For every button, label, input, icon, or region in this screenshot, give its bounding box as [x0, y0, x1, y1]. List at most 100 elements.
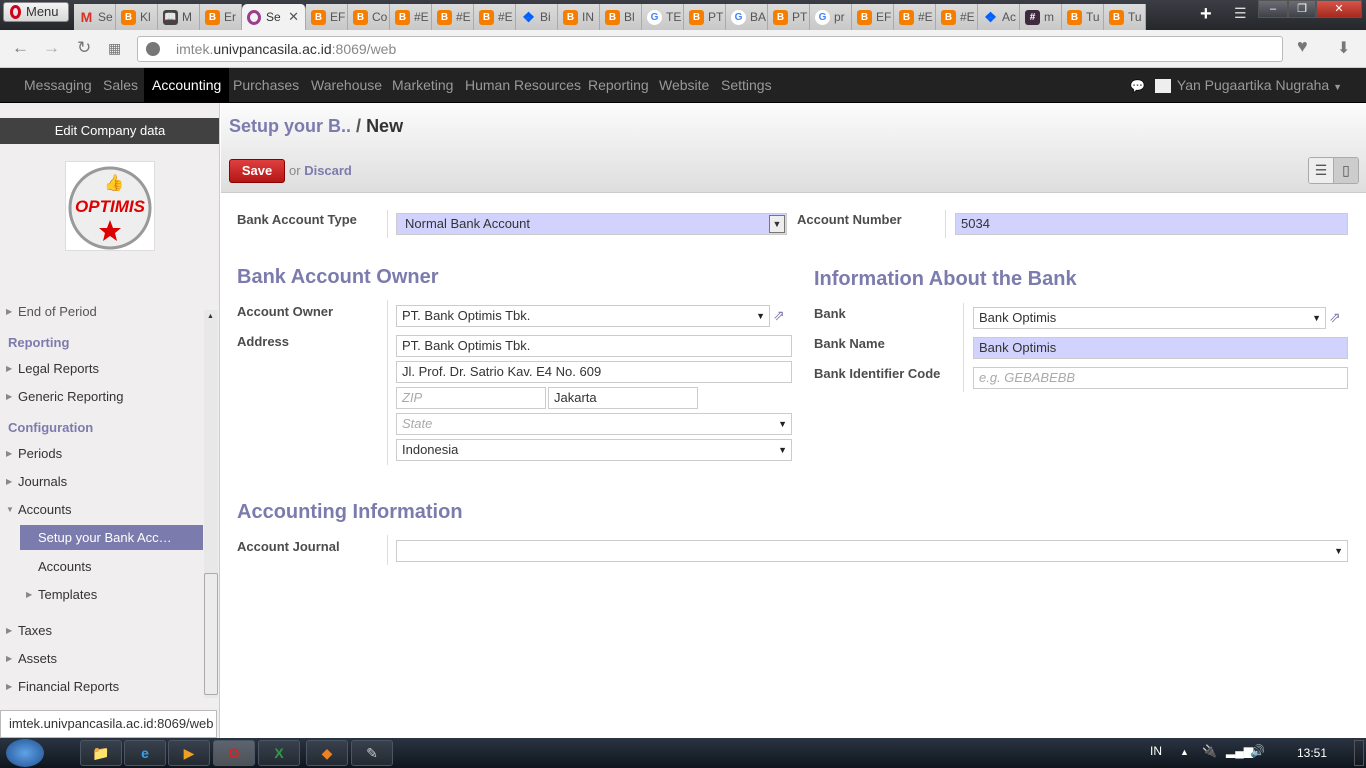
sidebar-item-journals[interactable]: ▶ Journals: [6, 474, 67, 489]
sidebar-item-periods[interactable]: ▶ Periods: [6, 446, 62, 461]
sidebar-item-end-of-period[interactable]: ▶ End of Period: [6, 304, 97, 319]
browser-tab[interactable]: 📖 M: [158, 4, 200, 30]
browser-tab[interactable]: B IN: [558, 4, 600, 30]
sidebar-item-accounts[interactable]: ▼ Accounts: [6, 502, 71, 517]
explorer-taskbar-icon[interactable]: 📁: [80, 740, 122, 766]
list-view-icon[interactable]: ☰: [1309, 158, 1333, 183]
download-icon[interactable]: ⬇: [1337, 38, 1350, 58]
close-window-icon[interactable]: ✕: [1316, 0, 1362, 18]
menu-warehouse[interactable]: Warehouse: [303, 68, 390, 102]
browser-tab[interactable]: Se ✕: [242, 4, 306, 30]
menu-sales[interactable]: Sales: [95, 68, 146, 102]
paint-taskbar-icon[interactable]: ✎: [351, 740, 393, 766]
menu-settings[interactable]: Settings: [713, 68, 780, 102]
minimize-icon[interactable]: –: [1258, 0, 1288, 18]
browser-tab[interactable]: B Tu: [1104, 4, 1146, 30]
bank-account-type-select[interactable]: Normal Bank Account ▼: [396, 213, 787, 235]
sidebar-item-accounts-list[interactable]: Accounts: [38, 559, 91, 574]
power-icon[interactable]: 🔌: [1202, 744, 1217, 758]
close-tab-icon[interactable]: ✕: [288, 4, 299, 30]
chat-icon[interactable]: 💬: [1130, 79, 1145, 93]
menu-purchases[interactable]: Purchases: [225, 68, 307, 102]
browser-tab[interactable]: B #E: [474, 4, 516, 30]
street-input[interactable]: PT. Bank Optimis Tbk.: [396, 335, 792, 357]
browser-tab[interactable]: B Kl: [116, 4, 158, 30]
account-owner-select[interactable]: PT. Bank Optimis Tbk. ▼: [396, 305, 770, 327]
scroll-up-icon[interactable]: ▲: [207, 313, 214, 320]
browser-tab[interactable]: B PT: [684, 4, 726, 30]
browser-tab[interactable]: B PT: [768, 4, 810, 30]
form-view-icon[interactable]: ▯: [1333, 158, 1358, 183]
sidebar-item-taxes[interactable]: ▶ Taxes: [6, 623, 52, 638]
menu-accounting[interactable]: Accounting: [144, 68, 230, 102]
excel-taskbar-icon[interactable]: X: [258, 740, 300, 766]
sidebar-item-templates[interactable]: ▶ Templates: [26, 587, 97, 602]
menu-website[interactable]: Website: [651, 68, 717, 102]
url-input[interactable]: imtek.univpancasila.ac.id:8069/web: [137, 36, 1283, 62]
external-link-icon[interactable]: ⇗: [1329, 309, 1341, 326]
menu-messaging[interactable]: Messaging: [16, 68, 100, 102]
browser-tab[interactable]: B #E: [936, 4, 978, 30]
sidebar-scroll-thumb[interactable]: [204, 573, 218, 695]
volume-icon[interactable]: 🔊: [1250, 744, 1265, 758]
language-indicator[interactable]: IN: [1150, 744, 1162, 758]
user-menu[interactable]: 💬 Yan Pugaartika Nugraha ▼: [1130, 68, 1342, 102]
save-button[interactable]: Save: [229, 159, 285, 183]
new-tab-icon[interactable]: +: [1200, 3, 1212, 26]
bic-input[interactable]: e.g. GEBABEBB: [973, 367, 1348, 389]
tab-menu-icon[interactable]: ☰: [1234, 5, 1247, 22]
state-select[interactable]: State ▼: [396, 413, 792, 435]
ie-taskbar-icon[interactable]: e: [124, 740, 166, 766]
opera-taskbar-icon[interactable]: O: [213, 740, 255, 766]
browser-menu-button[interactable]: Menu: [3, 2, 69, 22]
account-number-input[interactable]: 5034: [955, 213, 1348, 235]
start-button[interactable]: [6, 739, 44, 767]
back-icon[interactable]: ←: [12, 38, 29, 58]
browser-tab[interactable]: B EF: [306, 4, 348, 30]
show-desktop-button[interactable]: [1354, 740, 1364, 766]
discard-button[interactable]: Discard: [304, 163, 352, 178]
browser-tab[interactable]: B Er: [200, 4, 242, 30]
sidebar-item-setup-bank-accounts[interactable]: Setup your Bank Acc…: [20, 525, 203, 550]
browser-tab[interactable]: B #E: [432, 4, 474, 30]
sidebar-item-assets[interactable]: ▶ Assets: [6, 651, 57, 666]
speed-dial-icon[interactable]: ▦: [108, 40, 121, 57]
browser-tab[interactable]: B #E: [894, 4, 936, 30]
bank-name-input[interactable]: Bank Optimis: [973, 337, 1348, 359]
heart-icon[interactable]: ♥: [1297, 36, 1308, 57]
browser-tab[interactable]: M Se: [74, 4, 116, 30]
menu-marketing[interactable]: Marketing: [384, 68, 461, 102]
bank-select[interactable]: Bank Optimis ▼: [973, 307, 1326, 329]
show-hidden-icons-icon[interactable]: ▲: [1180, 747, 1189, 757]
browser-tab[interactable]: G TE: [642, 4, 684, 30]
browser-tab[interactable]: ❖ Bi: [516, 4, 558, 30]
edit-company-data[interactable]: Edit Company data: [0, 118, 219, 144]
app-taskbar-icon[interactable]: ◆: [306, 740, 348, 766]
browser-tab[interactable]: ❖ Ac: [978, 4, 1020, 30]
menu-reporting[interactable]: Reporting: [580, 68, 657, 102]
sidebar-item-legal-reports[interactable]: ▶ Legal Reports: [6, 361, 99, 376]
browser-tab[interactable]: G BA: [726, 4, 768, 30]
browser-tab[interactable]: # m: [1020, 4, 1062, 30]
menu-human-resources[interactable]: Human Resources: [457, 68, 589, 102]
clock[interactable]: 13:51: [1297, 746, 1327, 760]
sidebar-item-financial-reports[interactable]: ▶ Financial Reports: [6, 679, 119, 694]
browser-tab[interactable]: B Tu: [1062, 4, 1104, 30]
maximize-icon[interactable]: ❐: [1288, 0, 1316, 18]
browser-tab[interactable]: B Co: [348, 4, 390, 30]
city-input[interactable]: Jakarta: [548, 387, 698, 409]
sidebar-item-generic-reporting[interactable]: ▶ Generic Reporting: [6, 389, 124, 404]
browser-tab[interactable]: B Bl: [600, 4, 642, 30]
forward-icon[interactable]: →: [43, 38, 60, 58]
browser-tab[interactable]: B #E: [390, 4, 432, 30]
external-link-icon[interactable]: ⇗: [773, 307, 785, 324]
account-journal-select[interactable]: ▼: [396, 540, 1348, 562]
company-logo[interactable]: OPTIMIS 👍: [65, 161, 155, 251]
reload-icon[interactable]: ↻: [77, 38, 91, 58]
street2-input[interactable]: Jl. Prof. Dr. Satrio Kav. E4 No. 609: [396, 361, 792, 383]
media-player-taskbar-icon[interactable]: ▶: [168, 740, 210, 766]
breadcrumb-parent-link[interactable]: Setup your B..: [229, 116, 351, 136]
zip-input[interactable]: ZIP: [396, 387, 546, 409]
browser-tab[interactable]: Gpr: [810, 4, 852, 30]
browser-tab[interactable]: B EF: [852, 4, 894, 30]
